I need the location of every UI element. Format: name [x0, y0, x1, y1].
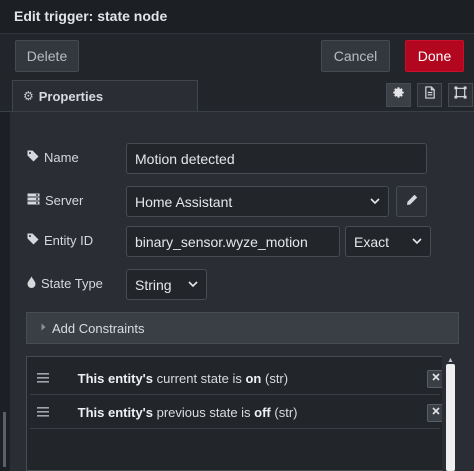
tab-description[interactable]: [417, 83, 442, 107]
dialog-titlebar: Edit trigger: state node: [0, 0, 474, 34]
constraint-property: previous state is: [153, 405, 255, 420]
constraint-list-scrollbar[interactable]: ▲: [442, 356, 459, 471]
server-icon: [27, 193, 40, 208]
name-label: Name: [27, 150, 79, 165]
done-button[interactable]: Done: [405, 40, 464, 72]
constraint-subject: This entity's: [77, 371, 153, 386]
tab-properties[interactable]: ⚙ Properties: [12, 80, 198, 111]
caret-right-icon: [41, 323, 46, 333]
chevron-down-icon: [412, 236, 422, 248]
state-type-value: String: [135, 276, 172, 293]
constraint-property: current state is: [153, 371, 246, 386]
tint-icon: [27, 276, 36, 291]
entity-id-label: Entity ID: [27, 233, 93, 248]
tab-settings[interactable]: [386, 83, 411, 107]
entity-match-value: Exact: [354, 233, 390, 250]
tab-properties-label: Properties: [38, 88, 104, 104]
left-edge: [0, 112, 10, 471]
edit-server-button[interactable]: [396, 186, 427, 217]
state-type-select[interactable]: String: [126, 269, 207, 300]
description-icon: [424, 86, 436, 104]
cancel-button[interactable]: Cancel: [321, 40, 390, 72]
gear-icon: ⚙: [23, 89, 34, 103]
gear-icon: [392, 86, 405, 104]
constraint-value: off: [254, 405, 271, 420]
scrollbar-thumb[interactable]: [446, 364, 455, 471]
drag-handle-icon[interactable]: [30, 371, 56, 386]
appearance-icon: [454, 86, 467, 104]
server-select[interactable]: Home Assistant: [126, 186, 389, 217]
constraint-type: (str): [261, 371, 289, 386]
resize-grip[interactable]: [3, 412, 6, 467]
state-type-label: State Type: [27, 276, 103, 291]
chevron-down-icon: [370, 196, 380, 208]
add-constraints-label: Add Constraints: [52, 320, 145, 336]
tab-appearance[interactable]: [448, 83, 473, 107]
entity-match-select[interactable]: Exact: [345, 226, 431, 257]
scroll-up-icon[interactable]: ▲: [447, 357, 454, 364]
server-label: Server: [27, 193, 83, 208]
list-item: This entity's previous state is off (str…: [30, 397, 445, 429]
dialog-title: Edit trigger: state node: [14, 8, 168, 24]
name-input[interactable]: Motion detected: [126, 143, 427, 174]
constraint-subject: This entity's: [77, 405, 153, 420]
server-select-value: Home Assistant: [135, 193, 233, 210]
chevron-down-icon: [188, 279, 198, 291]
constraint-value: on: [245, 371, 262, 386]
delete-button[interactable]: Delete: [15, 40, 79, 72]
constraint-list: This entity's current state is on (str) …: [26, 356, 459, 471]
drag-handle-icon[interactable]: [30, 405, 56, 420]
tag-icon: [27, 233, 39, 248]
pencil-icon: [406, 194, 418, 209]
close-icon: [432, 407, 440, 418]
add-constraints-toggle[interactable]: Add Constraints: [26, 312, 459, 344]
tag-icon: [27, 150, 39, 165]
constraint-type: (str): [270, 405, 298, 420]
close-icon: [432, 373, 440, 384]
entity-id-input[interactable]: binary_sensor.wyze_motion: [126, 226, 340, 257]
